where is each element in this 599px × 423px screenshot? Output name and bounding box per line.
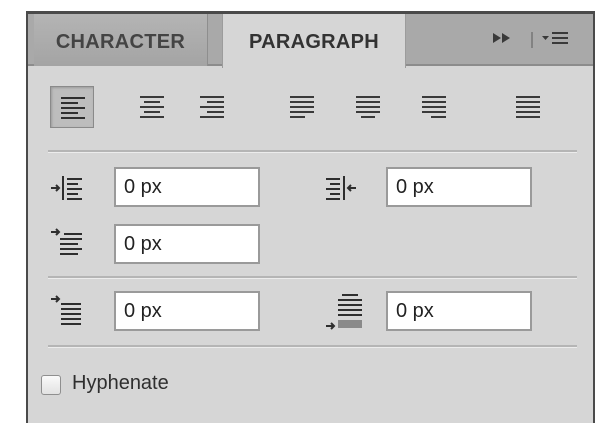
tab-paragraph[interactable]: PARAGRAPH — [222, 14, 406, 68]
space-after-input[interactable] — [386, 291, 532, 331]
space-after-icon — [324, 292, 368, 339]
tab-character[interactable]: CHARACTER — [34, 14, 208, 66]
align-right-button[interactable] — [190, 86, 234, 128]
separator — [48, 345, 577, 348]
indent-left-input[interactable] — [114, 167, 260, 207]
space-before-icon — [50, 294, 84, 333]
toolbar-divider — [530, 30, 534, 52]
hyphenate-checkbox[interactable] — [41, 375, 61, 395]
justify-last-right-icon — [422, 96, 446, 118]
indent-right-input[interactable] — [386, 167, 532, 207]
indent-first-line-icon — [50, 226, 84, 263]
indent-right-icon — [324, 174, 368, 207]
align-center-button[interactable] — [130, 86, 174, 128]
indent-left-icon — [50, 174, 84, 207]
justify-last-left-button[interactable] — [280, 86, 324, 128]
justify-last-left-icon — [290, 96, 314, 118]
justify-last-center-icon — [356, 96, 380, 118]
justify-all-button[interactable] — [506, 86, 550, 128]
panel-menu-icon[interactable] — [540, 30, 572, 52]
paragraph-panel: CHARACTER PARAGRAPH 0 px 0 px 0 px 0 px … — [26, 11, 595, 423]
align-right-icon — [200, 96, 224, 118]
separator — [48, 276, 577, 279]
align-left-button[interactable] — [50, 86, 94, 128]
double-arrow-right-icon[interactable] — [490, 30, 516, 52]
justify-all-icon — [516, 96, 540, 118]
justify-last-center-button[interactable] — [346, 86, 390, 128]
align-left-icon — [61, 97, 85, 119]
panel-tab-bar: CHARACTER PARAGRAPH — [28, 14, 593, 68]
indent-first-line-input[interactable] — [114, 224, 260, 264]
separator — [48, 150, 577, 153]
align-center-icon — [140, 96, 164, 118]
justify-last-right-button[interactable] — [412, 86, 456, 128]
hyphenate-label: Hyphenate — [72, 372, 169, 394]
space-before-input[interactable] — [114, 291, 260, 331]
